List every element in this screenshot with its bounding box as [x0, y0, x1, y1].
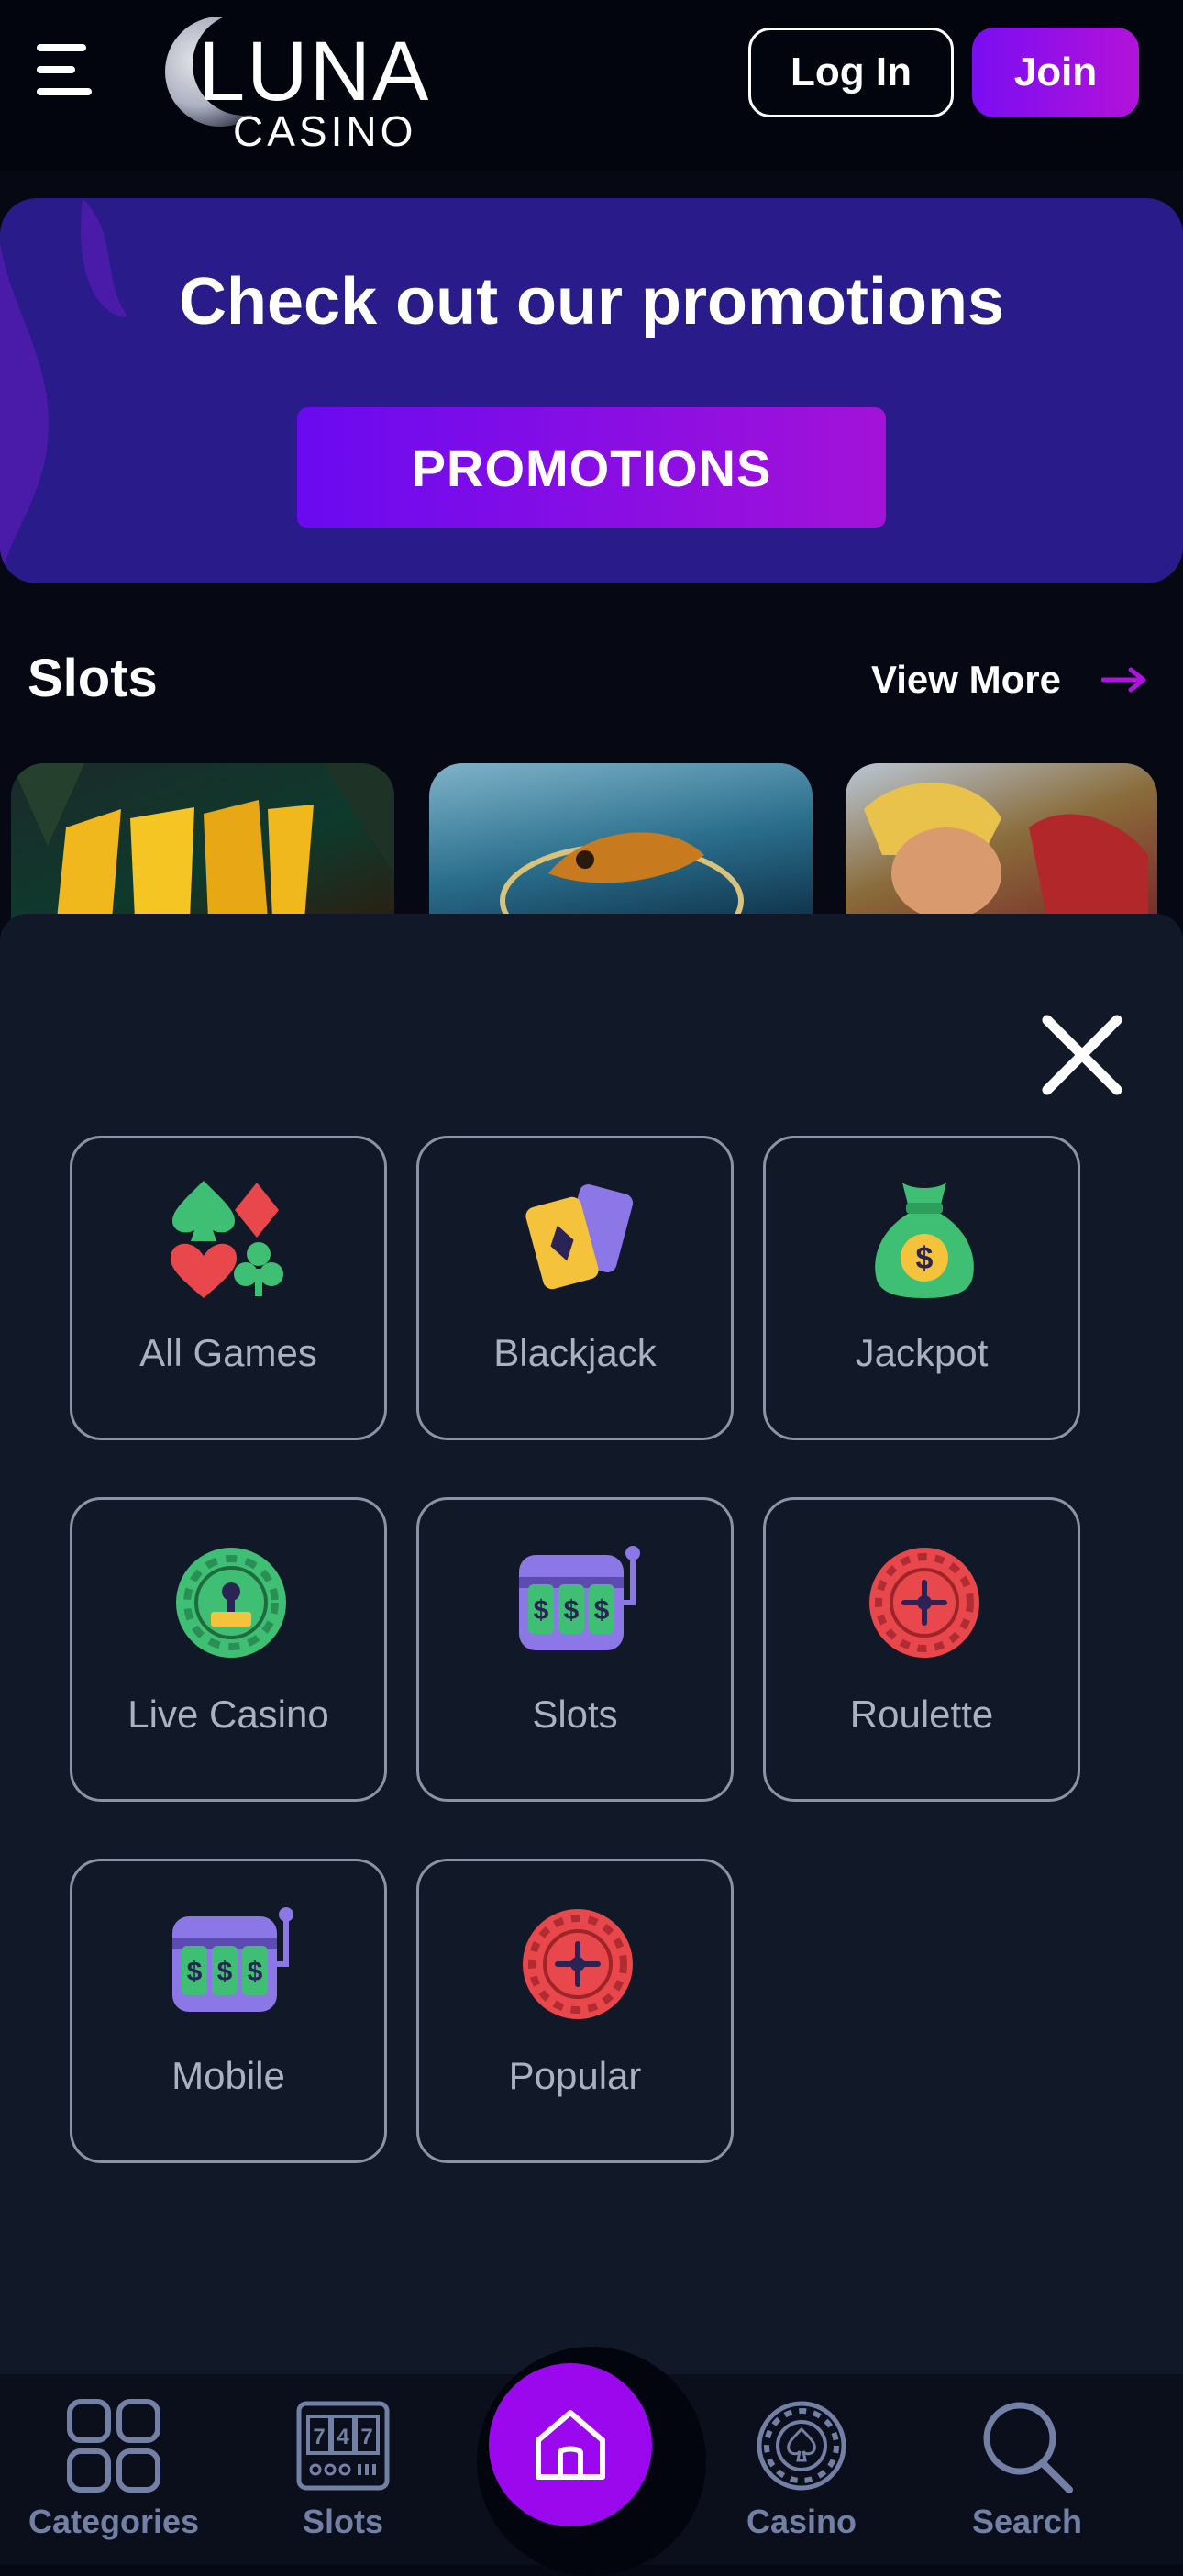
- category-jackpot[interactable]: $ Jackpot: [763, 1136, 1080, 1440]
- view-more-label: View More: [871, 658, 1061, 701]
- nav-search[interactable]: Search: [926, 2374, 1128, 2565]
- top-header: LUNA CASINO Log In Join: [0, 0, 1183, 171]
- playing-cards-icon: [525, 1183, 634, 1290]
- category-label: Slots: [532, 1693, 618, 1736]
- nav-slots[interactable]: 7 4 7 Slots: [242, 2374, 444, 2565]
- category-label: Popular: [508, 2054, 642, 2097]
- category-label: Roulette: [849, 1693, 994, 1736]
- view-more-link[interactable]: View More: [871, 648, 1147, 712]
- close-icon[interactable]: [1036, 1009, 1128, 1101]
- promotions-banner: Check out our promotions PROMOTIONS: [0, 198, 1183, 583]
- slot-game-thumbnail[interactable]: [846, 763, 1157, 919]
- category-label: Jackpot: [855, 1331, 989, 1374]
- login-button[interactable]: Log In: [748, 28, 954, 117]
- join-button[interactable]: Join: [972, 28, 1139, 117]
- category-label: Blackjack: [493, 1331, 657, 1374]
- svg-text:4: 4: [337, 2425, 349, 2449]
- roulette-icon: [869, 1548, 979, 1658]
- card-suits-icon: [171, 1181, 283, 1298]
- slot-machine-icon: $ $ $: [519, 1546, 640, 1650]
- category-mobile[interactable]: $ $ $ Mobile: [70, 1859, 387, 2163]
- slot-game-thumbnail[interactable]: [11, 763, 394, 919]
- svg-text:$: $: [594, 1595, 610, 1626]
- category-all-games[interactable]: All Games: [70, 1136, 387, 1440]
- logo-text-sub: CASINO: [233, 107, 417, 155]
- svg-text:$: $: [217, 1957, 233, 1987]
- nav-slots-label: Slots: [302, 2503, 383, 2540]
- category-blackjack[interactable]: Blackjack: [416, 1136, 734, 1440]
- category-label: All Games: [139, 1331, 317, 1374]
- slots-section-title: Slots: [28, 649, 158, 708]
- hamburger-menu-icon[interactable]: [37, 44, 97, 105]
- arrow-right-icon: [1100, 667, 1146, 693]
- svg-text:$: $: [248, 1957, 263, 1987]
- promo-title: Check out our promotions: [179, 265, 1004, 339]
- slot-game-thumbnail[interactable]: [429, 763, 813, 919]
- luna-casino-logo[interactable]: LUNA CASINO: [161, 13, 446, 155]
- category-live-casino[interactable]: Live Casino: [70, 1497, 387, 1802]
- home-button[interactable]: [489, 2363, 652, 2526]
- svg-text:7: 7: [360, 2425, 372, 2449]
- category-popular[interactable]: Popular: [416, 1859, 734, 2163]
- nav-casino[interactable]: Casino: [701, 2374, 902, 2565]
- nav-categories-label: Categories: [28, 2503, 200, 2540]
- category-label: Mobile: [171, 2054, 285, 2097]
- logo-text-main: LUNA: [198, 25, 431, 118]
- categories-grid-icon: [67, 2399, 160, 2493]
- svg-text:$: $: [564, 1595, 580, 1626]
- nav-casino-label: Casino: [746, 2503, 857, 2540]
- search-icon: [983, 2402, 1073, 2493]
- category-roulette[interactable]: Roulette: [763, 1497, 1080, 1802]
- slot-machine-icon: $ $ $: [172, 1907, 293, 2012]
- svg-text:$: $: [916, 1241, 934, 1276]
- roulette-icon: [523, 1909, 633, 2019]
- category-slots[interactable]: $ $ $ Slots: [416, 1497, 734, 1802]
- svg-text:$: $: [187, 1957, 203, 1987]
- nav-search-label: Search: [971, 2503, 1083, 2540]
- svg-text:7: 7: [313, 2425, 325, 2449]
- money-bag-icon: $: [875, 1183, 974, 1298]
- home-icon: [536, 2410, 605, 2480]
- slot-reels-icon: 7 4 7: [296, 2401, 390, 2491]
- casino-chip-icon: [757, 2401, 846, 2491]
- category-label: Live Casino: [127, 1693, 329, 1736]
- banner-decoration: [0, 198, 128, 583]
- promotions-button[interactable]: PROMOTIONS: [297, 407, 886, 528]
- svg-text:$: $: [534, 1595, 549, 1626]
- live-chip-icon: [176, 1548, 286, 1658]
- nav-categories[interactable]: Categories: [13, 2374, 215, 2565]
